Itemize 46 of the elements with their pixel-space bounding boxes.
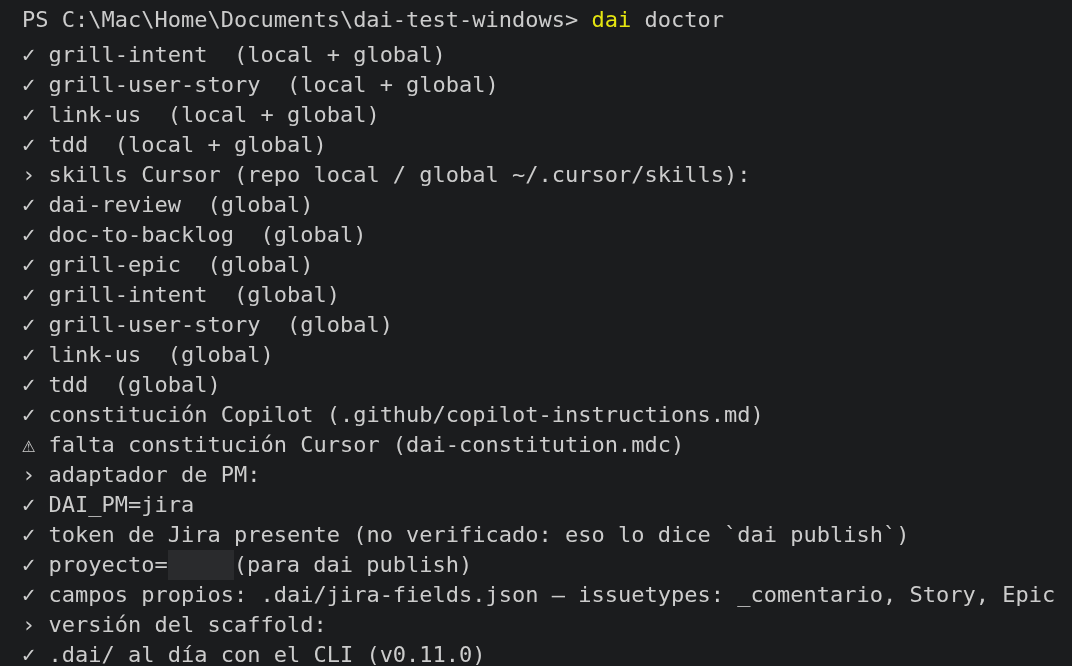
output-text: grill-user-story (global) [48, 311, 393, 339]
status-mark: ✓ [22, 71, 37, 99]
status-mark: ✓ [22, 521, 37, 549]
output-text: skills Cursor (repo local / global ~/.cursor/skills): [48, 161, 751, 189]
output-text: tdd (global) [48, 371, 221, 399]
prompt-path: PS C:\Mac\Home\Documents\dai-test-windows> [22, 6, 579, 34]
output-text: link-us (local + global) [48, 101, 380, 129]
output-text: DAI_PM=jira [48, 491, 195, 519]
status-mark: ✓ [22, 371, 37, 399]
output-text: adaptador de PM: [48, 461, 261, 489]
output-text: doc-to-backlog (global) [48, 221, 367, 249]
output-text: grill-epic (global) [48, 251, 314, 279]
output-text: (para dai publish) [233, 551, 473, 579]
status-mark: › [22, 161, 37, 189]
output-text: token de Jira presente (no verificado: eso lo dice `dai publish`) [48, 521, 910, 549]
status-mark: › [22, 461, 37, 489]
output-text: proyecto= [48, 551, 168, 579]
output-text: versión del scaffold: [48, 611, 327, 639]
status-mark: ✓ [22, 341, 37, 369]
output-text: grill-user-story (local + global) [48, 71, 499, 99]
output-text: link-us (global) [48, 341, 274, 369]
status-mark: ✓ [22, 551, 37, 579]
output-text: campos propios: .dai/jira-fields.json — issuetypes: _comentario, Story, Epic [48, 581, 1056, 609]
command-name: dai [591, 6, 632, 34]
output-text: dai-review (global) [48, 191, 314, 219]
status-mark: ✓ [22, 281, 37, 309]
status-mark: ✓ [22, 401, 37, 429]
status-mark: ✓ [22, 581, 37, 609]
output-text: falta constitución Cursor (dai-constitution.mdc) [48, 431, 685, 459]
status-mark: ✓ [22, 101, 37, 129]
status-mark: ⚠ [22, 431, 37, 459]
command-argument: doctor [644, 6, 724, 34]
status-mark: ✓ [22, 491, 37, 519]
status-mark: ✓ [22, 251, 37, 279]
status-mark: ✓ [22, 311, 37, 339]
status-mark: ✓ [22, 131, 37, 159]
status-mark: ✓ [22, 41, 37, 69]
status-mark: ✓ [22, 641, 37, 666]
status-mark: › [22, 611, 37, 639]
status-mark: ✓ [22, 221, 37, 249]
status-mark: ✓ [22, 191, 37, 219]
output-text: constitución Copilot (.github/copilot-instructions.md) [48, 401, 764, 429]
output-text: tdd (local + global) [48, 131, 327, 159]
output-text: .dai/ al día con el CLI (v0.11.0) [48, 641, 486, 666]
output-text: grill-intent (local + global) [48, 41, 446, 69]
output-text: grill-intent (global) [48, 281, 340, 309]
